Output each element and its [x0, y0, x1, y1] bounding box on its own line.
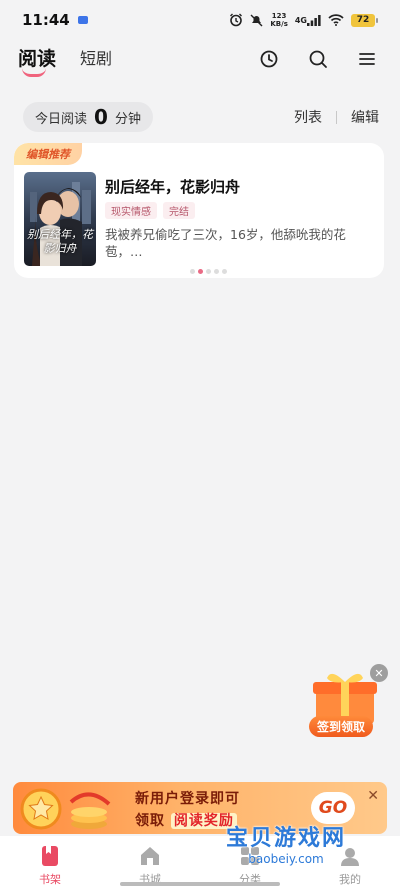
edit-button[interactable]: 编辑 — [351, 107, 379, 127]
top-nav: 阅读 短剧 — [0, 40, 400, 84]
store-home-icon — [139, 845, 161, 867]
status-right: 123 KB/s 4G 72 — [229, 12, 378, 28]
book-cover[interactable]: 别后经年，花影归舟 — [24, 172, 96, 266]
carousel-dot — [214, 269, 219, 274]
today-reading-time[interactable]: 今日阅读 0 分钟 — [23, 102, 153, 132]
search-icon[interactable] — [307, 48, 329, 70]
sign-in-gift-widget[interactable]: ✕ 签到领取 — [306, 664, 388, 748]
tag-genre: 现实情感 — [105, 202, 157, 219]
menu-icon[interactable] — [356, 48, 378, 70]
recommendation-badge: 编辑推荐 — [14, 143, 82, 165]
reading-minutes: 0 — [94, 105, 108, 129]
tag-status: 完结 — [163, 202, 195, 219]
history-icon[interactable] — [258, 48, 280, 70]
mute-icon — [250, 14, 263, 27]
net-speed-value: 123 — [271, 12, 287, 20]
tab-reading[interactable]: 阅读 — [18, 44, 56, 71]
site-watermark: 宝贝游戏网 baobeiy.com — [226, 820, 346, 866]
list-view-button[interactable]: 列表 — [294, 107, 322, 127]
carousel-dot-active — [198, 269, 203, 274]
book-title[interactable]: 别后经年，花影归舟 — [105, 176, 240, 197]
book-description: 我被养兄偷吃了三次，16岁，他舔吮我的花苞，… — [105, 227, 346, 259]
reading-suffix: 分钟 — [114, 111, 141, 127]
close-gift-icon[interactable]: ✕ — [370, 664, 388, 682]
promo-line-2: 领取 阅读奖励 — [135, 810, 237, 830]
battery-level: 72 — [351, 13, 375, 27]
watermark-text: 宝贝游戏网 — [226, 826, 347, 851]
carousel-dot — [190, 269, 195, 274]
book-tags: 现实情感 完结 — [105, 202, 195, 219]
bottom-tab-label: 我的 — [339, 873, 361, 886]
net-speed-unit: KB/s — [270, 20, 288, 28]
promo-line-1: 新用户登录即可 — [135, 791, 240, 807]
cover-title: 别后经年，花影归舟 — [27, 228, 93, 255]
home-indicator[interactable] — [120, 882, 280, 886]
watermark-url: baobeiy.com — [248, 852, 324, 866]
bookshelf-icon — [39, 845, 61, 867]
carousel-indicator — [190, 269, 227, 274]
signal-icon: 4G — [294, 14, 321, 26]
network-type: 4G — [294, 15, 307, 25]
status-bar: 11:44 123 KB/s 4G 72 — [0, 0, 400, 40]
alarm-icon — [229, 13, 243, 27]
editor-recommendation-card[interactable]: 编辑推荐 别后经年，花影归舟 别后经年，花影归舟 现实情感 完结 我被养兄偷吃了… — [14, 143, 384, 278]
coin-stack-icon — [20, 788, 111, 830]
tab-short-drama[interactable]: 短剧 — [80, 45, 112, 69]
divider — [336, 110, 337, 124]
status-left: 11:44 — [22, 11, 88, 29]
shelf-actions: 列表 编辑 — [294, 107, 379, 127]
bottom-tab-label: 书架 — [39, 873, 61, 886]
tab-active-indicator — [22, 68, 46, 77]
promo-line-2-prefix: 领取 — [135, 813, 165, 829]
carousel-dot — [222, 269, 227, 274]
message-notification-icon — [77, 16, 88, 24]
carousel-dot — [206, 269, 211, 274]
status-time: 11:44 — [22, 11, 70, 29]
wifi-icon — [328, 14, 344, 26]
sign-in-claim-label[interactable]: 签到领取 — [309, 716, 374, 737]
reading-prefix: 今日阅读 — [35, 111, 88, 127]
close-banner-icon[interactable]: ✕ — [367, 788, 379, 804]
net-speed: 123 KB/s — [270, 12, 287, 28]
battery-icon: 72 — [351, 13, 378, 27]
bottom-tab-bookshelf[interactable]: 书架 — [0, 836, 100, 889]
